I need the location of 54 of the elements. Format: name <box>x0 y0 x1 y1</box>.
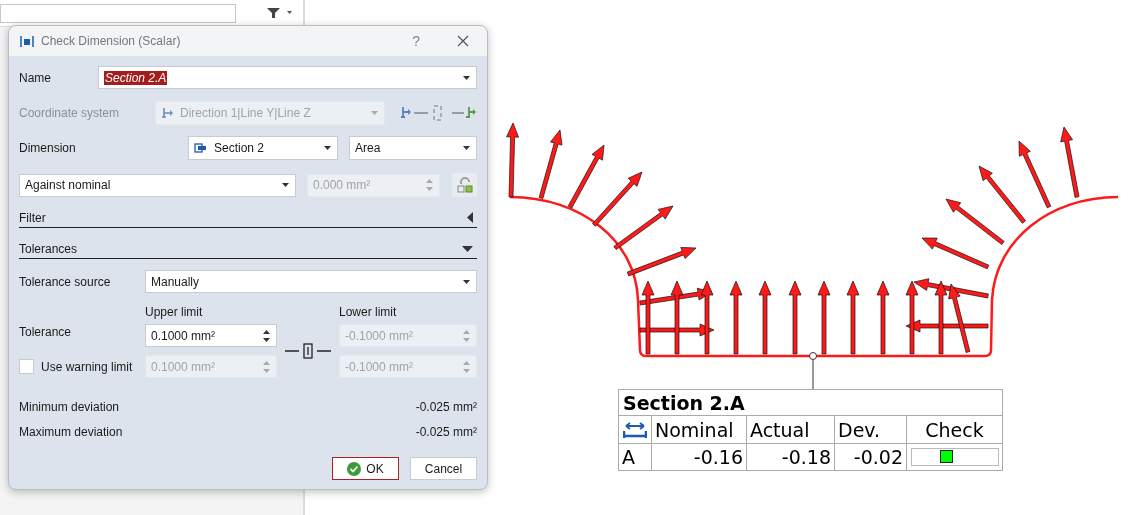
table-cell: -0.02 <box>835 444 907 470</box>
link-icon[interactable] <box>285 343 331 359</box>
width-icon <box>623 420 647 439</box>
section-dropdown[interactable]: Section 2 <box>188 136 338 160</box>
spin-icon <box>463 360 470 373</box>
measure-dropdown[interactable]: Area <box>349 136 477 160</box>
field-label: Dimension <box>19 141 77 155</box>
name-field[interactable]: Section 2.A <box>98 66 477 89</box>
column-header: Actual <box>747 416 835 443</box>
column-label: Upper limit <box>145 305 204 319</box>
table-cell: -0.18 <box>747 444 835 470</box>
close-icon[interactable] <box>457 35 469 47</box>
spin-icon <box>263 329 270 342</box>
upper-limit-spinbox[interactable]: 0.1000 mm² <box>145 324 277 347</box>
tolerance-source-dropdown[interactable]: Manually <box>145 270 477 293</box>
caret-icon <box>463 146 470 150</box>
lock-reset-icon <box>456 177 473 193</box>
check-circle-icon <box>347 461 362 476</box>
caret-icon <box>463 75 470 80</box>
dialog-icon <box>20 34 34 48</box>
caret-icon <box>282 183 289 187</box>
column-header: Check <box>924 417 985 443</box>
caret-icon <box>324 146 331 150</box>
deviation-label: Minimum deviation <box>19 399 120 414</box>
section-icon <box>194 143 208 153</box>
table-cell: -0.16 <box>652 444 747 470</box>
ok-button[interactable]: OK <box>332 457 399 480</box>
axes-icon <box>161 107 174 119</box>
field-label: Tolerance <box>19 324 73 339</box>
alignment-icon <box>400 104 477 122</box>
table-title: Section 2.A <box>619 390 1002 416</box>
column-label: Lower limit <box>339 305 398 319</box>
deviation-value: -0.025 mm² <box>415 424 477 439</box>
field-label: Coordinate system <box>19 106 121 120</box>
checkbox-label: Use warning limit <box>41 359 133 374</box>
spin-icon <box>463 329 470 342</box>
search-field[interactable] <box>0 3 236 23</box>
section-header[interactable]: Filter <box>19 208 477 228</box>
deviation-value: -0.025 mm² <box>415 399 477 414</box>
spin-icon <box>263 360 270 373</box>
filter-icon[interactable] <box>267 7 293 19</box>
column-header: Dev. <box>835 416 907 443</box>
window-title: Check Dimension (Scalar) <box>41 34 181 48</box>
cancel-button[interactable]: Cancel <box>410 457 477 480</box>
column-header: Nominal <box>652 416 747 443</box>
caret-icon <box>371 111 378 115</box>
checkbox[interactable] <box>19 359 34 374</box>
section-header[interactable]: Tolerances <box>19 239 477 259</box>
caret-icon <box>463 279 470 284</box>
field-label: Name <box>19 70 52 85</box>
spin-icon <box>426 179 433 191</box>
table-cell: A <box>619 444 652 470</box>
deviation-label: Maximum deviation <box>19 424 123 439</box>
field-label: Tolerance source <box>19 274 112 289</box>
